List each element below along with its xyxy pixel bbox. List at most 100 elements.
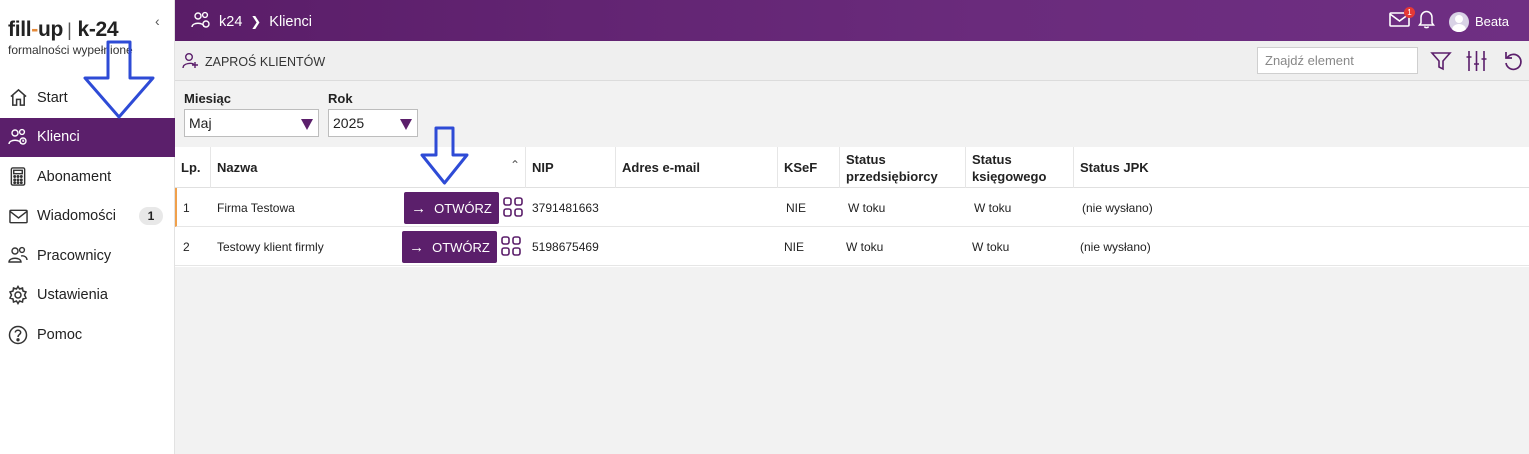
column-header-email[interactable]: Adres e-mail: [616, 147, 778, 188]
column-header-text: Status JPK: [1080, 160, 1149, 175]
add-user-icon: [182, 52, 199, 72]
column-header-status-ksiegowego[interactable]: Status księgowego: [966, 147, 1074, 188]
sidebar-item-label: Wiadomości: [37, 208, 116, 225]
columns-icon[interactable]: [1466, 50, 1487, 77]
column-header-text: Lp.: [181, 160, 201, 175]
logo-dash-text: -: [31, 18, 38, 41]
year-label: Rok: [328, 91, 353, 106]
column-header-nazwa[interactable]: Nazwa: [211, 147, 526, 188]
cell-status-przedsiebiorcy: W toku: [846, 239, 884, 254]
dropdown-caret-icon: [400, 119, 412, 130]
sidebar-item-label: Ustawienia: [37, 287, 108, 304]
table-header: Lp. Nazwa ⌃ NIP Adres e-mail KSeF Status…: [175, 147, 1529, 188]
cell-nip: 3791481663: [532, 200, 599, 215]
cell-status-jpk: (nie wysłano): [1082, 200, 1153, 215]
breadcrumb-item-klienci: Klienci: [269, 14, 313, 30]
sidebar-item-pomoc[interactable]: Pomoc: [0, 315, 175, 355]
sidebar-item-wiadomosci[interactable]: Wiadomości 1: [0, 197, 175, 237]
arrow-right-icon: →: [411, 199, 427, 217]
logo-separator: |: [67, 20, 72, 40]
column-header-text: Adres e-mail: [622, 160, 701, 175]
invite-clients-button[interactable]: ZAPROŚ KLIENTÓW: [182, 52, 325, 72]
toolbar: ZAPROŚ KLIENTÓW: [175, 41, 1529, 81]
breadcrumb: k24 ❯ Klienci: [191, 10, 312, 34]
logo: fill - up | k-24 formalności wypełnione: [8, 18, 158, 68]
column-header-lp[interactable]: Lp.: [175, 147, 211, 188]
filters-bar: Miesiąc Maj Rok 2025: [175, 81, 1529, 147]
cell-ksef: NIE: [786, 200, 807, 215]
sidebar-item-label: Pracownicy: [37, 247, 112, 264]
cell-name: Firma Testowa: [217, 200, 295, 215]
home-icon: [8, 88, 28, 108]
breadcrumb-item-k24[interactable]: k24: [219, 14, 242, 30]
column-header-text: Nazwa: [217, 160, 258, 175]
month-label: Miesiąc: [184, 91, 231, 106]
search-input[interactable]: [1257, 47, 1418, 74]
cell-status-ksiegowego: W toku: [974, 200, 1012, 215]
year-filter: Rok 2025: [328, 91, 418, 137]
sidebar-item-label: Klienci: [37, 129, 80, 146]
employees-icon: [8, 246, 28, 266]
help-icon: [8, 325, 28, 345]
column-header-text: NIP: [532, 160, 554, 175]
filter-icon[interactable]: [1430, 50, 1452, 77]
messages-button[interactable]: 1: [1389, 7, 1416, 32]
sidebar-item-label: Start: [37, 89, 68, 106]
table-row[interactable]: 2 Testowy klient firmly → OTWÓRZ 5198675…: [175, 227, 1529, 266]
top-header: k24 ❯ Klienci 1 Beata: [175, 0, 1529, 41]
table-row[interactable]: 1 Firma Testowa → OTWÓRZ 3791481663 NIE …: [175, 188, 1529, 227]
bell-icon[interactable]: [1418, 9, 1436, 34]
logo-subtitle: formalności wypełnione: [8, 43, 133, 57]
avatar[interactable]: [1449, 11, 1470, 32]
cell-name: Testowy klient firmly: [217, 239, 324, 254]
sidebar-item-label: Pomoc: [37, 326, 83, 343]
sidebar-item-start[interactable]: Start: [0, 78, 175, 118]
year-select[interactable]: 2025: [328, 109, 418, 137]
chevron-left-icon[interactable]: ‹: [155, 13, 160, 29]
logo-fill-text: fill: [8, 18, 32, 41]
calculator-icon: [8, 167, 28, 187]
month-value: Maj: [189, 115, 212, 131]
column-header-text: KSeF: [784, 160, 818, 175]
logo-k24-text: k-24: [77, 18, 119, 41]
invite-clients-label: ZAPROŚ KLIENTÓW: [205, 55, 326, 69]
sidebar-item-klienci[interactable]: Klienci: [0, 117, 175, 157]
sort-ascending-icon[interactable]: ⌃: [510, 158, 520, 172]
mail-icon: [8, 206, 28, 226]
gear-icon: [8, 285, 28, 306]
refresh-icon[interactable]: [1503, 50, 1523, 77]
open-button-label: OTWÓRZ: [432, 239, 490, 255]
user-name[interactable]: Beata: [1475, 14, 1509, 29]
sidebar-item-label: Abonament: [37, 168, 112, 185]
chevron-right-icon: ❯: [250, 14, 262, 29]
column-header-text: Status księgowego: [972, 151, 1047, 184]
clients-icon: [8, 127, 28, 147]
column-header-status-przedsiebiorcy[interactable]: Status przedsiębiorcy: [840, 147, 966, 188]
sidebar-item-abonament[interactable]: Abonament: [0, 157, 175, 197]
cell-lp: 1: [183, 200, 190, 215]
dropdown-caret-icon: [301, 119, 313, 130]
content-background: [175, 267, 1529, 454]
column-header-ksef[interactable]: KSeF: [778, 147, 840, 188]
cell-nip: 5198675469: [532, 239, 599, 254]
column-header-status-jpk[interactable]: Status JPK: [1074, 147, 1529, 188]
year-value: 2025: [333, 115, 365, 131]
cell-status-ksiegowego: W toku: [972, 239, 1010, 254]
grid-icon[interactable]: [501, 236, 521, 261]
month-filter: Miesiąc Maj: [184, 91, 319, 137]
sidebar-item-ustawienia[interactable]: Ustawienia: [0, 276, 175, 316]
open-client-button[interactable]: → OTWÓRZ: [404, 192, 499, 224]
month-select[interactable]: Maj: [184, 109, 319, 137]
column-header-nip[interactable]: NIP: [526, 147, 616, 188]
clients-icon: [191, 10, 211, 34]
column-header-text: Status przedsiębiorcy: [846, 151, 938, 184]
open-client-button[interactable]: → OTWÓRZ: [402, 231, 497, 263]
cell-email: [616, 227, 622, 266]
sidebar: fill - up | k-24 formalności wypełnione ‹ …: [0, 0, 175, 454]
cell-status-jpk: (nie wysłano): [1080, 239, 1151, 254]
cell-lp: 2: [183, 239, 190, 254]
grid-icon[interactable]: [503, 197, 523, 222]
sidebar-item-pracownicy[interactable]: Pracownicy: [0, 236, 175, 276]
clients-table: Lp. Nazwa ⌃ NIP Adres e-mail KSeF Status…: [175, 147, 1529, 266]
mail-notification-badge: 1: [1404, 7, 1416, 18]
